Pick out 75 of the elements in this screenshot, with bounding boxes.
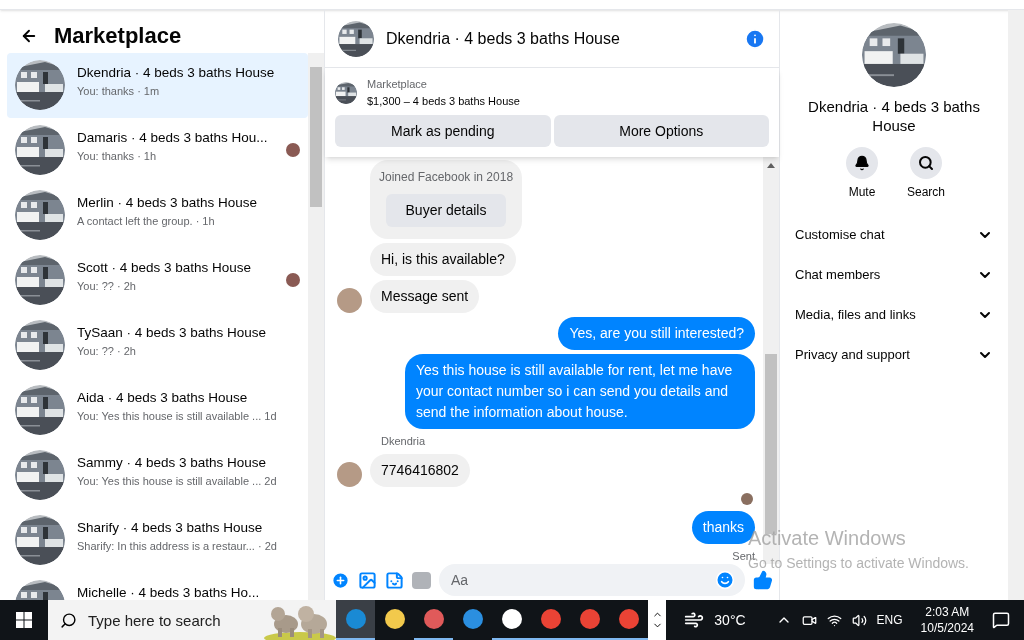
read-avatar bbox=[741, 492, 753, 505]
conversation-name: Damaris · 4 beds 3 baths Hou... bbox=[77, 130, 268, 146]
network-icon[interactable] bbox=[826, 612, 842, 628]
details-section[interactable]: Media, files and links bbox=[780, 295, 1008, 335]
action-button[interactable] bbox=[910, 147, 942, 179]
buyer-details-button[interactable]: Buyer details bbox=[385, 194, 507, 227]
action-button[interactable] bbox=[846, 147, 878, 179]
weather-text[interactable]: 30°C bbox=[714, 609, 746, 631]
conversation-preview: You: Yes this house is still available ... 2d bbox=[77, 474, 277, 489]
conversation-item[interactable]: Merlin · 4 beds 3 baths House A contact left the group. · 1h bbox=[7, 183, 308, 248]
volume-icon[interactable] bbox=[851, 612, 867, 628]
windows-logo-icon[interactable] bbox=[16, 612, 32, 628]
incoming-message: Hi, is this available? bbox=[370, 243, 516, 276]
bell-icon bbox=[854, 155, 870, 171]
incoming-message: 7746416802 bbox=[370, 453, 470, 487]
sidebar-title: Marketplace bbox=[54, 22, 182, 50]
details-section[interactable]: Chat members bbox=[780, 255, 1008, 295]
conversation-preview: You: ?? · 2h bbox=[77, 344, 136, 359]
conversation-name: Merlin · 4 beds 3 baths House bbox=[77, 195, 258, 211]
avatar bbox=[337, 461, 362, 487]
conversation-item[interactable]: Sammy · 4 beds 3 baths House You: Yes this house is still available ... 2d bbox=[7, 443, 308, 508]
clock-time[interactable]: 2:03 AM bbox=[925, 604, 970, 620]
clock-date[interactable]: 10/5/2024 bbox=[920, 620, 974, 636]
card-text: Joined Facebook in 2018 bbox=[378, 169, 514, 186]
conversation-item[interactable]: Scott · 4 beds 3 baths House You: ?? · 2h bbox=[7, 248, 308, 313]
details-section[interactable]: Customise chat bbox=[780, 215, 1008, 255]
notification-icon[interactable] bbox=[992, 611, 1010, 629]
action-label: Mute bbox=[848, 184, 876, 201]
listing-action-button[interactable]: More Options bbox=[553, 115, 769, 147]
conversation-name: Michelle · 4 beds 3 baths Ho... bbox=[77, 585, 260, 600]
action-label: Search bbox=[907, 184, 945, 201]
conversation-name: Scott · 4 beds 3 baths House bbox=[77, 260, 252, 276]
conversation-name: Aida · 4 beds 3 baths House bbox=[77, 390, 248, 406]
conversation-preview: Sharify: In this address is a restaur... · 2d bbox=[77, 539, 277, 554]
details-section[interactable]: Privacy and support bbox=[780, 335, 1008, 375]
conversation-item[interactable]: Sharify · 4 beds 3 baths House Sharify: In this address is a restaur... · 2d bbox=[7, 508, 308, 573]
conversation-item[interactable]: TySaan · 4 beds 3 baths House You: ?? · 2h bbox=[7, 313, 308, 378]
conversation-item[interactable]: Damaris · 4 beds 3 baths Hou... You: thanks · 1h bbox=[7, 118, 308, 183]
conversation-preview: You: thanks · 1m bbox=[77, 84, 160, 99]
conversation-name: TySaan · 4 beds 3 baths House bbox=[77, 325, 267, 341]
conversation-preview: You: Yes this house is still available ... 1d bbox=[77, 409, 277, 424]
conversation-preview: You: thanks · 1h bbox=[77, 149, 157, 164]
language-indicator[interactable]: ENG bbox=[876, 611, 903, 629]
details-title: Dkendria · 4 beds 3 baths House bbox=[807, 97, 981, 135]
outgoing-message: Yes this house is still available for rent, let me have your contact number so i can send you details and send the information about house. bbox=[405, 354, 755, 429]
conversation-item[interactable]: Dkendria · 4 beds 3 baths House You: thanks · 1m bbox=[7, 53, 308, 118]
message-field[interactable]: Aa bbox=[439, 564, 745, 596]
search-icon bbox=[918, 155, 934, 171]
seen-avatar bbox=[286, 143, 300, 157]
incoming-message: Message sent bbox=[370, 280, 480, 313]
avatar bbox=[337, 288, 362, 313]
conversation-name: Sammy · 4 beds 3 baths House bbox=[77, 455, 267, 471]
scrollbar[interactable] bbox=[1008, 10, 1024, 600]
seen-avatar bbox=[286, 273, 300, 287]
conversation-name: Sharify · 4 beds 3 baths House bbox=[77, 520, 263, 536]
search-icon bbox=[60, 612, 77, 629]
conversation-name: Dkendria · 4 beds 3 baths House bbox=[77, 65, 275, 81]
plus-icon[interactable] bbox=[331, 570, 350, 590]
image-icon[interactable] bbox=[358, 570, 377, 590]
outgoing-message: Yes, are you still interested? bbox=[558, 317, 755, 350]
conversation-preview: You: ?? · 2h bbox=[77, 279, 136, 294]
sticker-icon[interactable] bbox=[385, 570, 404, 590]
info-icon[interactable] bbox=[744, 27, 766, 50]
listing-source: Marketplace bbox=[367, 77, 428, 92]
listing-action-button[interactable]: Mark as pending bbox=[335, 115, 551, 147]
conversation-item[interactable]: Aida · 4 beds 3 baths House You: Yes this house is still available ... 1d bbox=[7, 378, 308, 443]
sender-name: Dkendria bbox=[380, 434, 427, 449]
conversation-preview: A contact left the group. · 1h bbox=[77, 214, 215, 229]
chat-title: Dkendria · 4 beds 3 baths House bbox=[386, 28, 621, 49]
weather-icon[interactable] bbox=[684, 610, 705, 630]
activation-title: Activate Windows bbox=[748, 526, 907, 551]
like-icon[interactable] bbox=[753, 570, 773, 590]
listing-title: $1,300 – 4 beds 3 baths House bbox=[367, 93, 520, 109]
scrollbar[interactable] bbox=[308, 53, 324, 600]
scroll-up-arrow-icon[interactable] bbox=[767, 163, 775, 168]
